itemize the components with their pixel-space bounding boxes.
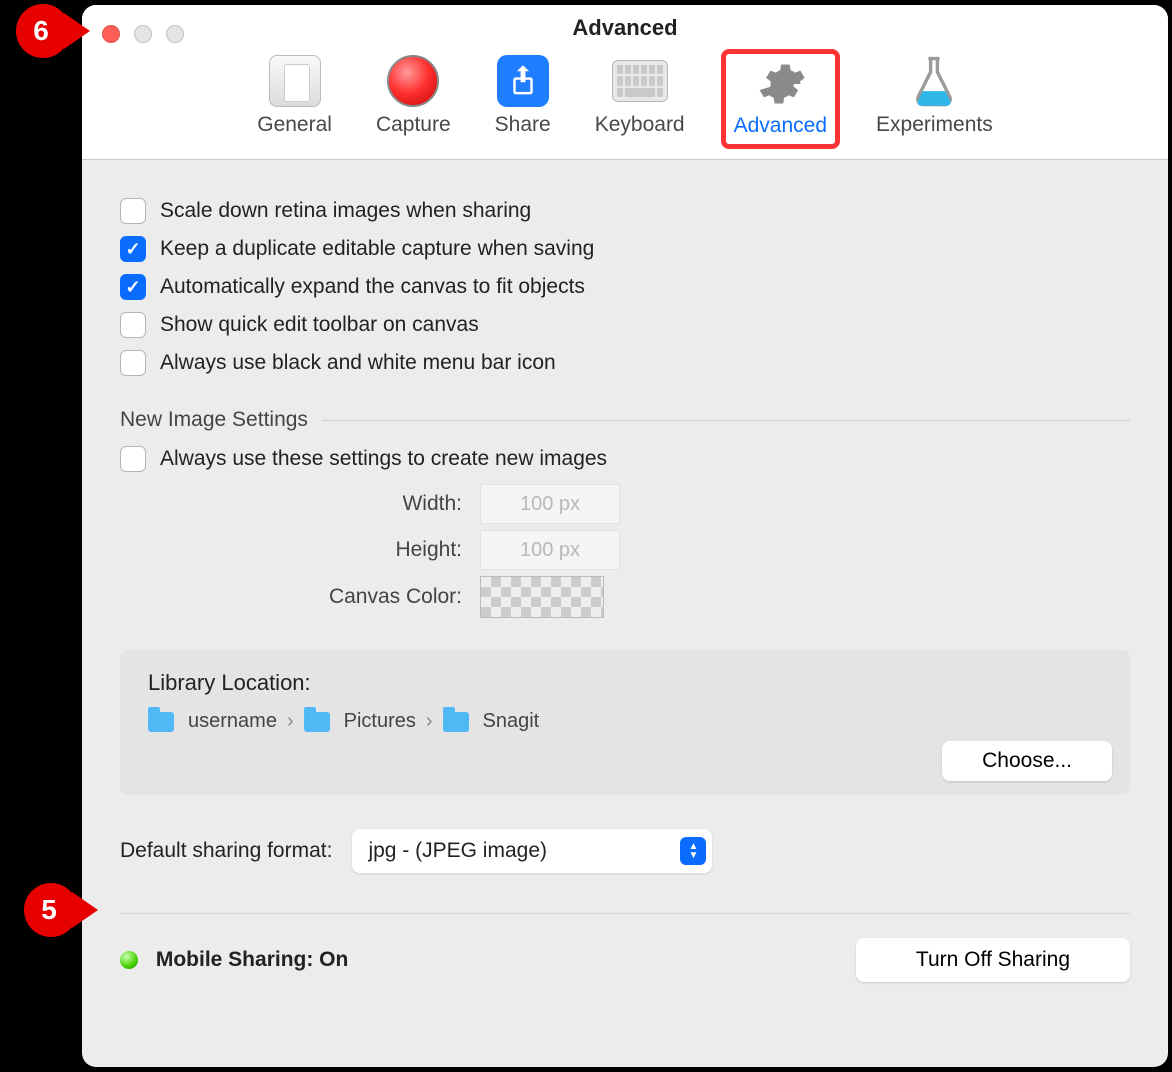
checkbox-label: Automatically expand the canvas to fit o… <box>160 275 585 299</box>
keyboard-icon <box>612 60 668 102</box>
tab-advanced[interactable]: Advanced <box>721 49 840 149</box>
height-label: Height: <box>120 538 480 562</box>
width-label: Width: <box>120 492 480 516</box>
default-sharing-format-select[interactable]: jpg - (JPEG image) ▲▼ <box>352 829 712 873</box>
tab-experiments[interactable]: Experiments <box>868 49 1001 149</box>
turn-off-sharing-button[interactable]: Turn Off Sharing <box>856 938 1130 982</box>
window-title: Advanced <box>82 15 1168 41</box>
checkbox-bw-menu-icon[interactable] <box>120 350 146 376</box>
status-dot-green-icon <box>120 951 138 969</box>
tab-label: Advanced <box>734 114 827 138</box>
flask-icon <box>906 53 962 109</box>
tab-general[interactable]: General <box>249 49 340 149</box>
library-location-title: Library Location: <box>148 670 1102 696</box>
general-icon <box>269 55 321 107</box>
tab-label: Experiments <box>876 113 993 137</box>
folder-icon <box>148 712 174 732</box>
canvas-color-swatch[interactable] <box>480 576 604 618</box>
tab-share[interactable]: Share <box>487 49 559 149</box>
canvas-color-label: Canvas Color: <box>120 585 480 609</box>
checkbox-label: Show quick edit toolbar on canvas <box>160 313 479 337</box>
width-input[interactable] <box>480 484 620 524</box>
path-segment: username <box>188 710 277 733</box>
checkbox-scale-retina[interactable] <box>120 198 146 224</box>
folder-icon <box>443 712 469 732</box>
select-value: jpg - (JPEG image) <box>368 839 547 863</box>
preferences-toolbar: General Capture Share Keyboard <box>82 49 1168 149</box>
preferences-window: Advanced General Capture Share <box>82 5 1168 1067</box>
mobile-sharing-label: Mobile Sharing: On <box>156 948 349 971</box>
checkbox-label: Keep a duplicate editable capture when s… <box>160 237 594 261</box>
tab-capture[interactable]: Capture <box>368 49 459 149</box>
checkbox-auto-expand[interactable]: ✓ <box>120 274 146 300</box>
checkbox-quick-edit[interactable] <box>120 312 146 338</box>
callout-number: 6 <box>33 15 49 47</box>
tab-label: Capture <box>376 113 451 137</box>
checkbox-label: Always use black and white menu bar icon <box>160 351 556 375</box>
choose-button[interactable]: Choose... <box>942 741 1112 781</box>
path-segment: Snagit <box>483 710 540 733</box>
callout-number: 5 <box>41 894 57 926</box>
gear-icon <box>754 58 806 110</box>
share-icon <box>497 55 549 107</box>
checkbox-label: Scale down retina images when sharing <box>160 199 531 223</box>
chevron-right-icon: › <box>287 710 294 733</box>
tab-keyboard[interactable]: Keyboard <box>587 49 693 149</box>
checkbox-label: Always use these settings to create new … <box>160 447 607 471</box>
record-icon <box>387 55 439 107</box>
section-title: New Image Settings <box>120 408 308 432</box>
default-sharing-format-label: Default sharing format: <box>120 839 332 863</box>
library-location-box: Library Location: username › Pictures › … <box>120 650 1130 795</box>
divider <box>120 913 1130 914</box>
mobile-sharing-status: Mobile Sharing: On <box>120 948 348 972</box>
height-input[interactable] <box>480 530 620 570</box>
annotation-callout-6: 6 <box>16 4 90 58</box>
tab-label: Keyboard <box>595 113 685 137</box>
folder-icon <box>304 712 330 732</box>
section-new-image-settings: New Image Settings <box>120 408 1130 432</box>
updown-arrows-icon: ▲▼ <box>680 837 706 865</box>
content-area: Scale down retina images when sharing ✓ … <box>82 160 1168 982</box>
path-segment: Pictures <box>344 710 416 733</box>
checkbox-keep-duplicate[interactable]: ✓ <box>120 236 146 262</box>
titlebar: Advanced General Capture Share <box>82 5 1168 160</box>
tab-label: Share <box>495 113 551 137</box>
annotation-callout-5: 5 <box>24 883 98 937</box>
chevron-right-icon: › <box>426 710 433 733</box>
tab-label: General <box>257 113 332 137</box>
checkbox-always-use-settings[interactable] <box>120 446 146 472</box>
library-path: username › Pictures › Snagit <box>148 710 1102 733</box>
